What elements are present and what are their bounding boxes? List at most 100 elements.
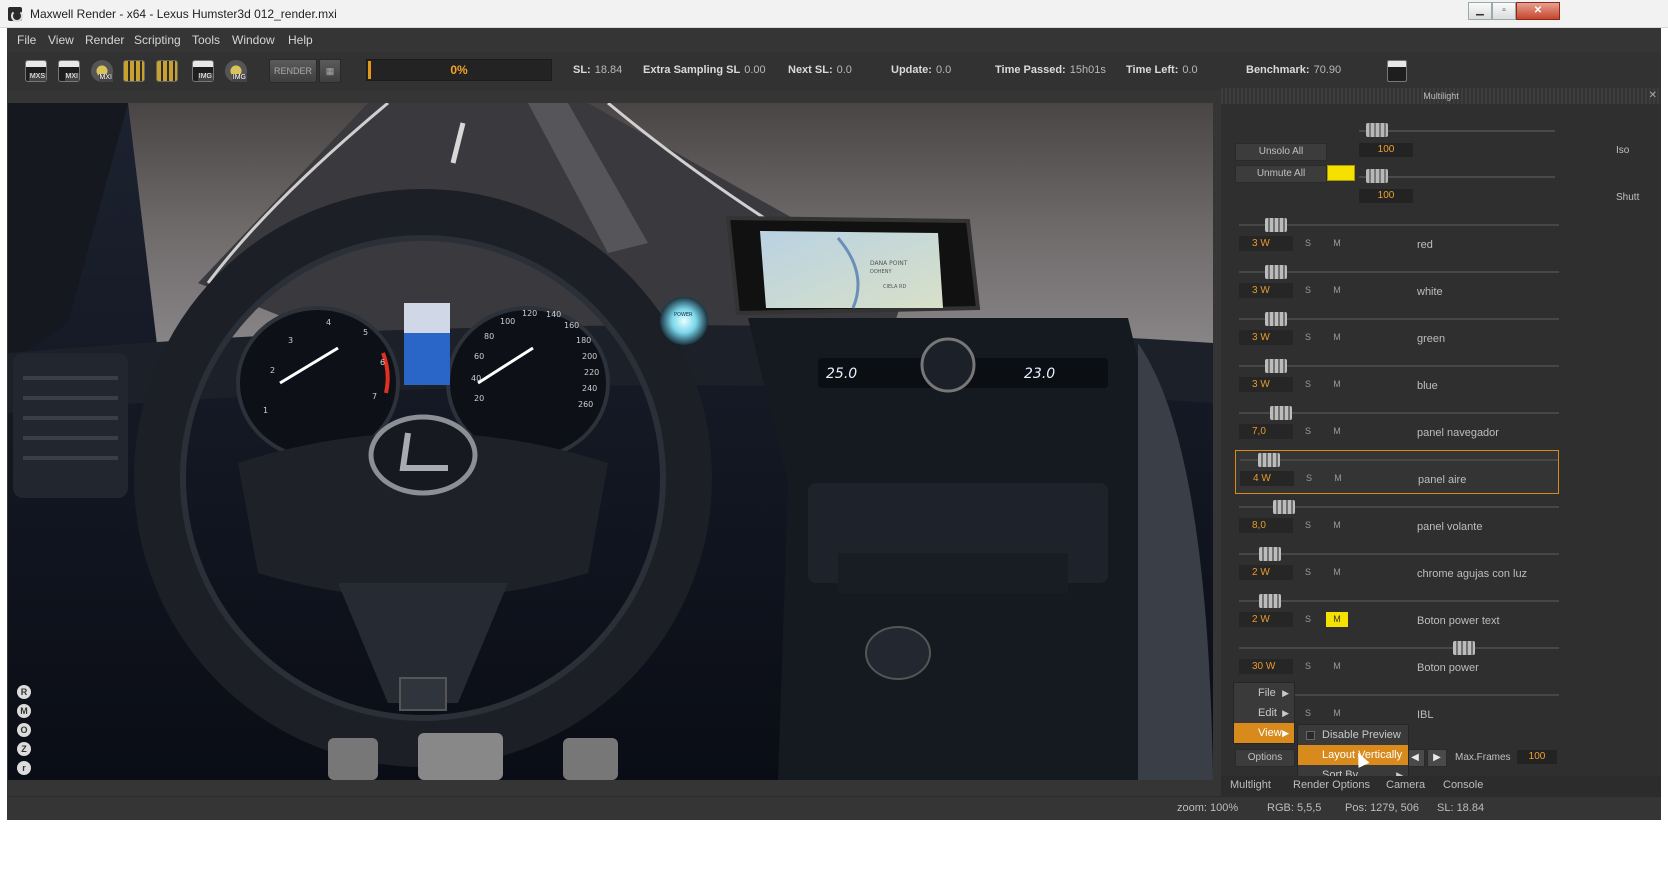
solo-button[interactable]: S <box>1297 236 1319 251</box>
menu-file[interactable]: File <box>17 33 36 47</box>
tab-multilight[interactable]: Multlight <box>1230 779 1271 791</box>
sequence-save-icon[interactable] <box>156 60 178 82</box>
unsolo-all-button[interactable]: Unsolo All <box>1235 143 1327 161</box>
intensity-value[interactable]: 7,0 <box>1239 424 1293 439</box>
maximize-button[interactable]: ▫ <box>1492 2 1516 20</box>
light-row[interactable]: 30 W S M Boton power <box>1235 639 1559 683</box>
side-tool-r-lower[interactable]: r <box>17 761 31 775</box>
context-menu-edit[interactable]: Edit ▶ <box>1234 703 1294 723</box>
disable-preview-item[interactable]: Disable Preview <box>1298 725 1408 745</box>
iso-value[interactable]: 100 <box>1359 143 1413 157</box>
open-mxs-icon[interactable]: MXS <box>25 60 47 82</box>
max-frames-value[interactable]: 100 <box>1517 750 1557 764</box>
side-tool-z[interactable]: Z <box>17 742 31 756</box>
render-viewport[interactable]: 25.0 23.0 DANA POINT DOHENY CIELA RD POW… <box>8 103 1213 780</box>
side-tool-r[interactable]: R <box>17 685 31 699</box>
stat-value: 18.84 <box>594 64 623 76</box>
light-row[interactable]: 3 W S M green <box>1235 310 1559 354</box>
shutter-slider-knob[interactable] <box>1366 169 1388 183</box>
menu-tools[interactable]: Tools <box>192 33 220 47</box>
open-image-icon[interactable]: IMG <box>192 60 214 82</box>
intensity-value[interactable]: 3 W <box>1239 283 1293 298</box>
mute-button[interactable]: M <box>1326 518 1348 533</box>
light-row[interactable]: 3 W S M blue <box>1235 357 1559 401</box>
render-button[interactable]: RENDER <box>269 59 317 83</box>
checkbox-icon[interactable] <box>1306 731 1315 740</box>
minimize-button[interactable]: ▁ <box>1468 2 1492 20</box>
mute-button-active[interactable]: M <box>1326 612 1348 627</box>
light-row[interactable]: 2 W S M Boton power text <box>1235 592 1559 636</box>
mute-button[interactable]: M <box>1326 236 1348 251</box>
intensity-slider-knob[interactable] <box>1265 265 1287 279</box>
iso-slider-knob[interactable] <box>1366 123 1388 137</box>
intensity-value[interactable]: 4 W <box>1240 471 1294 486</box>
solo-button[interactable]: S <box>1297 659 1319 674</box>
intensity-value[interactable]: 3 W <box>1239 330 1293 345</box>
solo-button[interactable]: S <box>1297 612 1319 627</box>
tab-render-options[interactable]: Render Options <box>1293 779 1370 791</box>
intensity-slider-knob[interactable] <box>1270 406 1292 420</box>
mute-button[interactable]: M <box>1326 424 1348 439</box>
intensity-value[interactable]: 3 W <box>1239 377 1293 392</box>
sequence-film-icon[interactable] <box>123 60 145 82</box>
menu-scripting[interactable]: Scripting <box>134 33 181 47</box>
solo-button[interactable]: S <box>1297 283 1319 298</box>
intensity-slider-knob[interactable] <box>1453 641 1475 655</box>
unmute-all-button[interactable]: Unmute All <box>1235 165 1327 183</box>
intensity-value[interactable]: 30 W <box>1239 659 1293 674</box>
maxwell-studio-icon[interactable] <box>1387 60 1407 82</box>
mute-button[interactable]: M <box>1326 330 1348 345</box>
mute-button[interactable]: M <box>1326 283 1348 298</box>
tab-console[interactable]: Console <box>1443 779 1483 791</box>
intensity-slider-knob[interactable] <box>1265 312 1287 326</box>
menu-render[interactable]: Render <box>85 33 124 47</box>
side-tool-m[interactable]: M <box>17 704 31 718</box>
menu-help[interactable]: Help <box>288 33 313 47</box>
mute-button[interactable]: M <box>1326 565 1348 580</box>
close-button[interactable]: ✕ <box>1516 2 1560 20</box>
play-button[interactable]: ▶ <box>1427 749 1447 767</box>
intensity-slider-knob[interactable] <box>1265 359 1287 373</box>
shutter-value[interactable]: 100 <box>1359 189 1413 203</box>
render-options-button[interactable]: ▦ <box>319 59 341 83</box>
intensity-value[interactable]: 2 W <box>1239 612 1293 627</box>
mute-button[interactable]: M <box>1327 471 1349 486</box>
light-row[interactable]: 3 W S M red <box>1235 216 1559 260</box>
solo-button[interactable]: S <box>1297 377 1319 392</box>
intensity-value[interactable]: 2 W <box>1239 565 1293 580</box>
menu-window[interactable]: Window <box>232 33 275 47</box>
open-mxi-icon[interactable]: MXI <box>58 60 80 82</box>
light-row[interactable]: 7,0 S M panel navegador <box>1235 404 1559 448</box>
tab-camera[interactable]: Camera <box>1386 779 1425 791</box>
save-mxi-icon[interactable]: MXI <box>91 60 113 82</box>
solo-button[interactable]: S <box>1297 518 1319 533</box>
options-button[interactable]: Options <box>1235 749 1295 767</box>
unmute-color-swatch[interactable] <box>1327 165 1355 181</box>
intensity-slider-knob[interactable] <box>1273 500 1295 514</box>
stat-label: SL: <box>573 64 591 76</box>
intensity-slider-knob[interactable] <box>1259 594 1281 608</box>
context-menu-view[interactable]: View ▶ <box>1234 723 1294 743</box>
intensity-slider-knob[interactable] <box>1259 547 1281 561</box>
intensity-slider-knob[interactable] <box>1265 218 1287 232</box>
solo-button[interactable]: S <box>1297 565 1319 580</box>
light-row-selected[interactable]: 4 W S M panel aire <box>1235 450 1559 494</box>
solo-button[interactable]: S <box>1297 706 1319 721</box>
solo-button[interactable]: S <box>1297 424 1319 439</box>
intensity-value[interactable]: 8,0 <box>1239 518 1293 533</box>
mute-button[interactable]: M <box>1326 377 1348 392</box>
light-row[interactable]: 2 W S M chrome agujas con luz <box>1235 545 1559 589</box>
menu-view[interactable]: View <box>48 33 74 47</box>
intensity-slider-knob[interactable] <box>1258 453 1280 467</box>
solo-button[interactable]: S <box>1298 471 1320 486</box>
panel-close-icon[interactable]: ✕ <box>1649 90 1657 101</box>
mute-button[interactable]: M <box>1326 706 1348 721</box>
mute-button[interactable]: M <box>1326 659 1348 674</box>
save-image-icon[interactable]: IMG <box>225 60 247 82</box>
side-tool-o[interactable]: O <box>17 723 31 737</box>
light-row[interactable]: 8,0 S M panel volante <box>1235 498 1559 542</box>
context-menu-file[interactable]: File ▶ <box>1234 683 1294 703</box>
intensity-value[interactable]: 3 W <box>1239 236 1293 251</box>
solo-button[interactable]: S <box>1297 330 1319 345</box>
light-row[interactable]: 3 W S M white <box>1235 263 1559 307</box>
